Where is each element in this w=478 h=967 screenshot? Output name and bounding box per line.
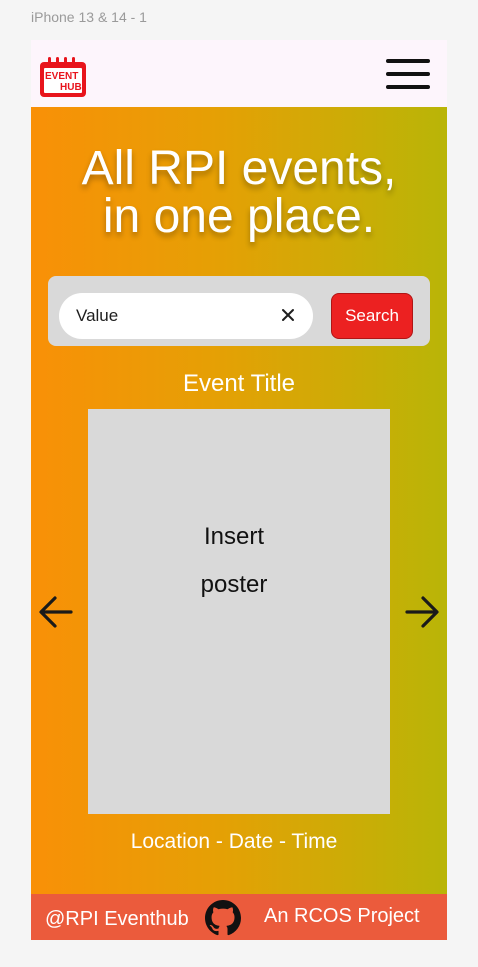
search-panel: Search xyxy=(48,276,430,346)
hero-section: All RPI events, in one place. Search Eve… xyxy=(31,107,447,894)
frame-label: iPhone 13 & 14 - 1 xyxy=(31,9,147,25)
headline: All RPI events, in one place. xyxy=(31,145,447,241)
logo-text-hub: HUB xyxy=(60,82,82,93)
poster-placeholder-line-2: poster xyxy=(200,571,268,598)
headline-line-2: in one place. xyxy=(102,190,376,243)
search-input[interactable] xyxy=(59,293,313,339)
search-button[interactable]: Search xyxy=(331,293,413,339)
footer-handle[interactable]: @RPI Eventhub xyxy=(45,908,189,931)
event-poster[interactable]: Insert poster xyxy=(88,409,390,814)
phone-screen: EVENT HUB All RPI events, in one place. … xyxy=(31,40,447,940)
arrow-right-icon[interactable] xyxy=(403,593,441,631)
github-icon[interactable] xyxy=(205,900,241,936)
arrow-left-icon[interactable] xyxy=(37,593,75,631)
hamburger-bar xyxy=(386,59,430,63)
hamburger-bar xyxy=(386,72,430,76)
calendar-logo-icon[interactable]: EVENT HUB xyxy=(39,56,87,98)
poster-placeholder: Insert poster xyxy=(88,513,380,609)
hamburger-bar xyxy=(386,85,430,89)
hamburger-menu-icon[interactable] xyxy=(386,57,430,91)
logo-text-event: EVENT xyxy=(45,71,78,82)
footer: @RPI Eventhub An RCOS Project xyxy=(31,894,447,940)
event-title: Event Title xyxy=(182,370,296,397)
event-meta: Location - Date - Time xyxy=(130,830,338,853)
poster-placeholder-line-1: Insert xyxy=(203,523,265,550)
close-icon[interactable] xyxy=(280,307,296,323)
header: EVENT HUB xyxy=(31,40,447,107)
headline-line-1: All RPI events, xyxy=(81,142,397,195)
footer-rcos: An RCOS Project xyxy=(264,905,420,927)
